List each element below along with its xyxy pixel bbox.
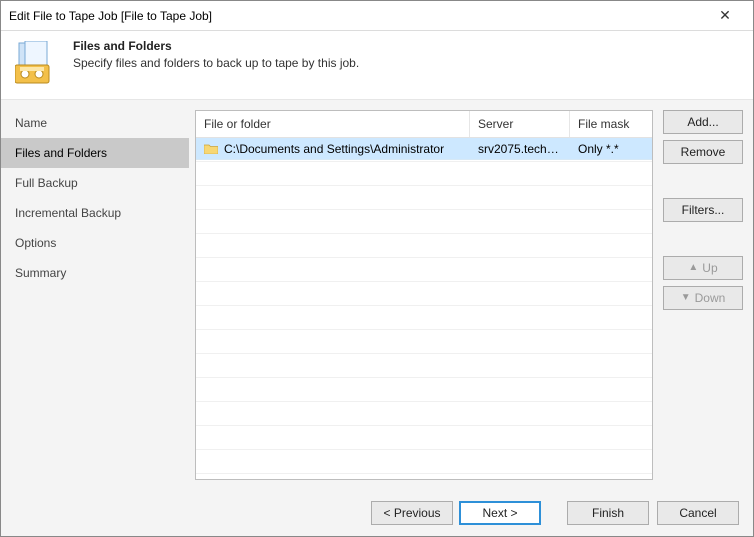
table-header-row: File or folder Server File mask <box>196 111 652 138</box>
tape-icon <box>15 41 59 85</box>
finish-button[interactable]: Finish <box>567 501 649 525</box>
header-text: Files and Folders Specify files and fold… <box>73 39 359 70</box>
prev-next-group: < Previous Next > <box>371 501 541 525</box>
cell-mask: Only *.* <box>570 142 652 156</box>
close-button[interactable]: ✕ <box>705 7 745 24</box>
sidebar-item-name[interactable]: Name <box>1 108 189 138</box>
wizard-footer: < Previous Next > Finish Cancel <box>1 490 753 536</box>
col-header-path[interactable]: File or folder <box>196 111 470 137</box>
files-table: File or folder Server File mask <box>195 110 653 480</box>
col-header-mask[interactable]: File mask <box>570 111 652 137</box>
main-content: File or folder Server File mask <box>189 100 753 490</box>
window-title: Edit File to Tape Job [File to Tape Job] <box>9 9 705 23</box>
table-body[interactable]: C:\Documents and Settings\Administrator … <box>196 138 652 479</box>
col-header-server[interactable]: Server <box>470 111 570 137</box>
body: Name Files and Folders Full Backup Incre… <box>1 99 753 490</box>
side-button-column: Add... Remove Filters... ▲ Up ▼ Down <box>663 110 743 490</box>
sidebar-item-incremental-backup[interactable]: Incremental Backup <box>1 198 189 228</box>
page-subtitle: Specify files and folders to back up to … <box>73 56 359 70</box>
arrow-down-icon: ▼ <box>681 293 691 303</box>
folder-icon <box>204 143 218 154</box>
previous-button[interactable]: < Previous <box>371 501 453 525</box>
up-label: Up <box>702 261 717 275</box>
remove-button[interactable]: Remove <box>663 140 743 164</box>
add-button[interactable]: Add... <box>663 110 743 134</box>
page-header: Files and Folders Specify files and fold… <box>1 31 753 99</box>
up-button: ▲ Up <box>663 256 743 280</box>
dialog-window: Edit File to Tape Job [File to Tape Job]… <box>0 0 754 537</box>
sidebar-item-full-backup[interactable]: Full Backup <box>1 168 189 198</box>
close-icon: ✕ <box>719 7 731 23</box>
cell-server: srv2075.tech.l... <box>470 142 570 156</box>
down-button: ▼ Down <box>663 286 743 310</box>
table-row[interactable]: C:\Documents and Settings\Administrator … <box>196 138 652 160</box>
filters-button[interactable]: Filters... <box>663 198 743 222</box>
down-label: Down <box>695 291 726 305</box>
page-title: Files and Folders <box>73 39 359 53</box>
cell-path-text: C:\Documents and Settings\Administrator <box>224 142 444 156</box>
sidebar-item-summary[interactable]: Summary <box>1 258 189 288</box>
arrow-up-icon: ▲ <box>688 263 698 273</box>
wizard-sidebar: Name Files and Folders Full Backup Incre… <box>1 100 189 490</box>
titlebar: Edit File to Tape Job [File to Tape Job]… <box>1 1 753 31</box>
sidebar-item-options[interactable]: Options <box>1 228 189 258</box>
next-button[interactable]: Next > <box>459 501 541 525</box>
cell-path: C:\Documents and Settings\Administrator <box>196 142 470 156</box>
sidebar-item-files-and-folders[interactable]: Files and Folders <box>1 138 189 168</box>
cancel-button[interactable]: Cancel <box>657 501 739 525</box>
